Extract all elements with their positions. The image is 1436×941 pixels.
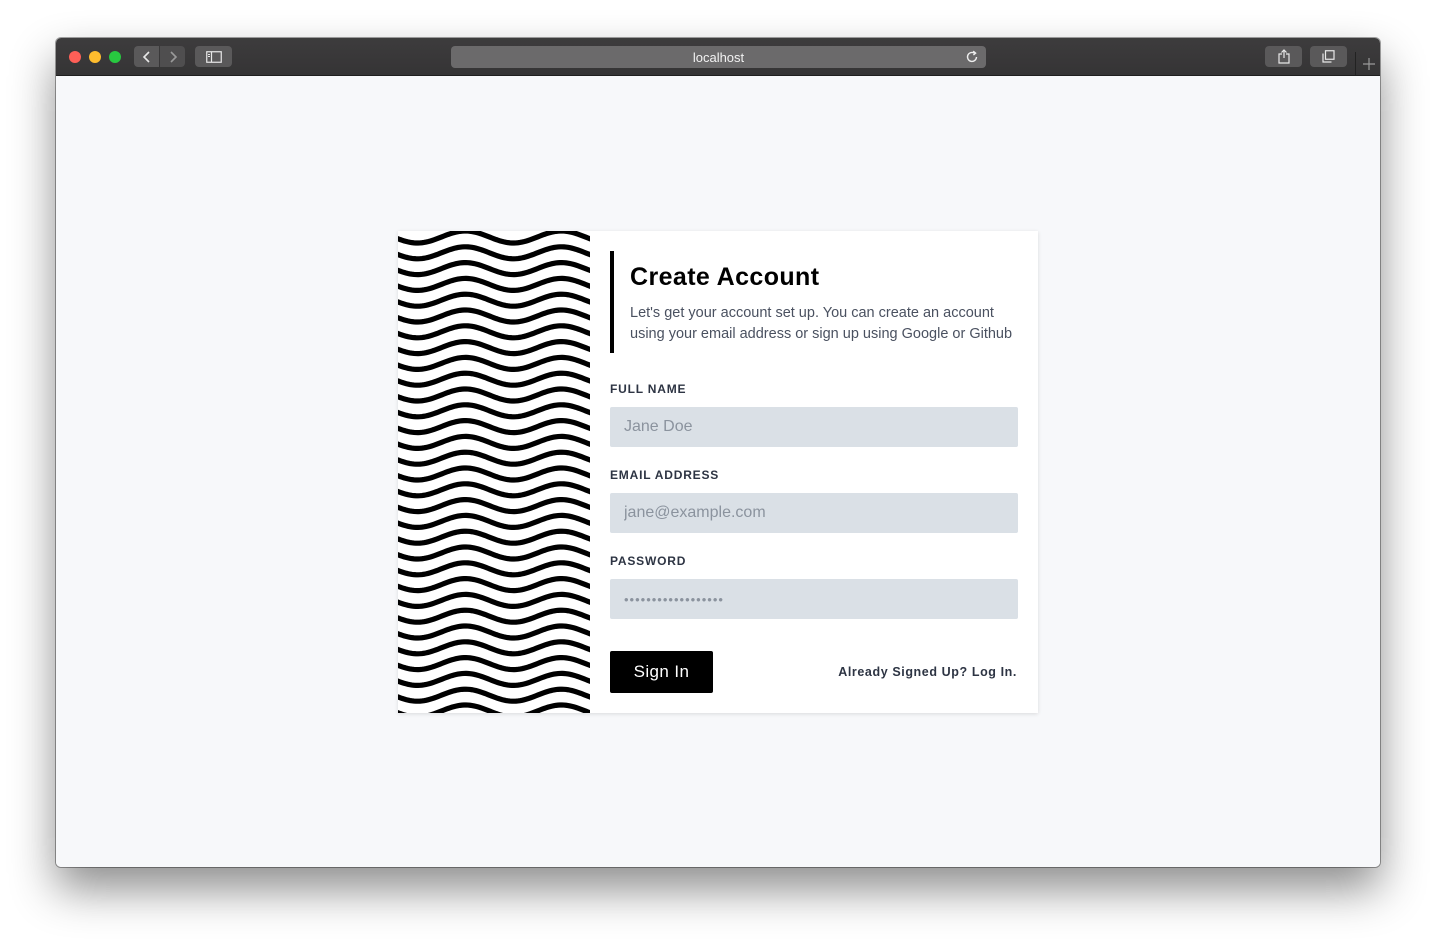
wave-line: [398, 481, 590, 499]
url-text: localhost: [692, 49, 745, 65]
wave-line: [398, 512, 590, 531]
page-title: Create Account: [630, 263, 820, 291]
back-button[interactable]: [134, 46, 159, 67]
wave-line: [398, 560, 590, 578]
page-subtitle: Let's get your account set up. You can c…: [630, 305, 1013, 342]
wave-line: [398, 575, 590, 594]
wave-line: [398, 528, 590, 546]
wave-line: [398, 323, 590, 341]
wave-line: [398, 623, 590, 641]
page-viewport: Create Account Let's get your account se…: [56, 76, 1380, 867]
wave-pattern-illustration: [398, 231, 590, 713]
signup-form: Create Account Let's get your account se…: [590, 231, 1038, 713]
browser-toolbar: localhost: [56, 38, 1380, 76]
full-name-input[interactable]: [610, 407, 1018, 447]
plus-icon: [1362, 57, 1375, 70]
wave-line: [398, 591, 590, 610]
close-window-button[interactable]: [69, 51, 81, 63]
sidebar-toggle-button[interactable]: [195, 46, 232, 67]
wave-line: [398, 354, 590, 373]
wave-pattern-graphic: [398, 231, 590, 713]
wave-line: [398, 402, 590, 420]
wave-line: [398, 654, 590, 673]
minimize-window-button[interactable]: [89, 51, 101, 63]
new-tab-button[interactable]: [1355, 52, 1380, 75]
email-label: EMAIL ADDRESS: [610, 468, 720, 482]
wave-line: [398, 244, 590, 262]
address-bar[interactable]: localhost: [451, 46, 986, 68]
email-input[interactable]: [610, 493, 1018, 533]
tabs-overview-icon: [1322, 50, 1335, 63]
wave-line: [398, 275, 590, 294]
chevron-left-icon: [142, 50, 150, 63]
wave-line: [398, 607, 590, 625]
full-name-label: FULL NAME: [610, 382, 687, 396]
wave-line: [398, 307, 590, 325]
share-icon: [1277, 49, 1290, 64]
maximize-window-button[interactable]: [109, 51, 121, 63]
wave-line: [398, 433, 590, 452]
chevron-right-icon: [169, 50, 177, 63]
wave-line: [398, 231, 590, 246]
wave-line: [398, 670, 590, 689]
wave-line: [398, 465, 590, 483]
wave-line: [398, 702, 590, 713]
share-button[interactable]: [1265, 46, 1302, 67]
form-header: Create Account Let's get your account se…: [610, 251, 1034, 353]
wave-line: [398, 291, 590, 309]
wave-line: [398, 370, 590, 388]
browser-window: localhost Create Account Let's get your …: [56, 38, 1380, 867]
wave-line: [398, 386, 590, 404]
forward-button[interactable]: [160, 46, 185, 67]
wave-line: [398, 544, 590, 562]
password-input[interactable]: [610, 579, 1018, 619]
wave-line: [398, 338, 590, 357]
wave-line: [398, 417, 590, 436]
reload-icon[interactable]: [965, 50, 979, 64]
password-label: PASSWORD: [610, 554, 687, 568]
wave-line: [398, 496, 590, 515]
wave-line: [398, 259, 590, 278]
wave-line: [398, 449, 590, 467]
sidebar-icon: [205, 50, 222, 63]
wave-line: [398, 686, 590, 704]
wave-line: [398, 639, 590, 657]
log-in-link[interactable]: Already Signed Up? Log In.: [838, 665, 1017, 679]
sign-in-button[interactable]: Sign In: [610, 651, 713, 693]
tab-overview-button[interactable]: [1310, 46, 1347, 67]
signup-card: Create Account Let's get your account se…: [398, 231, 1038, 713]
